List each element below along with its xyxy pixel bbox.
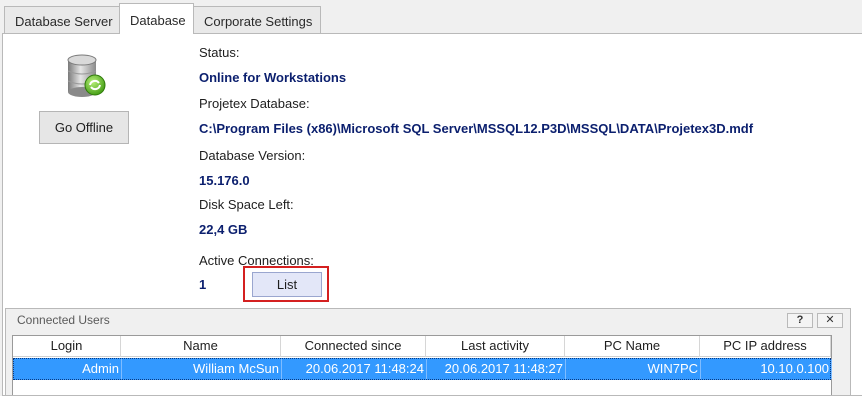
disk-space-label: Disk Space Left:: [199, 197, 294, 212]
cell-pc-ip: 10.10.0.100: [701, 359, 832, 379]
tab-database[interactable]: Database: [119, 3, 194, 34]
cell-login: Admin: [14, 359, 122, 379]
projetex-database-path: C:\Program Files (x86)\Microsoft SQL Ser…: [199, 121, 754, 136]
tab-database-server[interactable]: Database Server: [4, 6, 120, 34]
status-label: Status:: [199, 45, 240, 60]
column-header-last-activity[interactable]: Last activity: [426, 336, 565, 357]
table-row[interactable]: Admin William McSun 20.06.2017 11:48:24 …: [13, 358, 832, 380]
column-header-name[interactable]: Name: [121, 336, 281, 357]
database-version-label: Database Version:: [199, 148, 306, 163]
column-header-connected-since[interactable]: Connected since: [281, 336, 426, 357]
projetex-database-label: Projetex Database:: [199, 96, 310, 111]
grid-header: Login Name Connected since Last activity…: [13, 336, 831, 357]
connected-users-panel: Connected Users ? ✕ Login Name Connected…: [5, 308, 851, 396]
tab-corporate-settings[interactable]: Corporate Settings: [193, 6, 321, 34]
close-icon[interactable]: ✕: [817, 313, 843, 328]
database-version-value: 15.176.0: [199, 173, 250, 188]
database-online-icon: [67, 54, 106, 97]
tab-strip: Database Server Database Corporate Setti…: [0, 0, 862, 34]
column-header-login[interactable]: Login: [13, 336, 121, 357]
active-connections-count: 1: [199, 277, 207, 292]
help-button[interactable]: ?: [787, 313, 813, 328]
list-connections-button[interactable]: List: [252, 272, 322, 297]
go-offline-button[interactable]: Go Offline: [39, 111, 129, 144]
cell-pc-name: WIN7PC: [566, 359, 701, 379]
status-value: Online for Workstations: [199, 70, 347, 85]
connected-users-grid: Login Name Connected since Last activity…: [12, 335, 832, 395]
cell-last-activity: 20.06.2017 11:48:27: [427, 359, 566, 379]
column-header-pc-ip[interactable]: PC IP address: [700, 336, 831, 357]
cell-connected-since: 20.06.2017 11:48:24: [282, 359, 427, 379]
connected-users-title: Connected Users: [17, 313, 110, 327]
column-header-pc-name[interactable]: PC Name: [565, 336, 700, 357]
cell-name: William McSun: [122, 359, 282, 379]
disk-space-value: 22,4 GB: [199, 222, 248, 237]
